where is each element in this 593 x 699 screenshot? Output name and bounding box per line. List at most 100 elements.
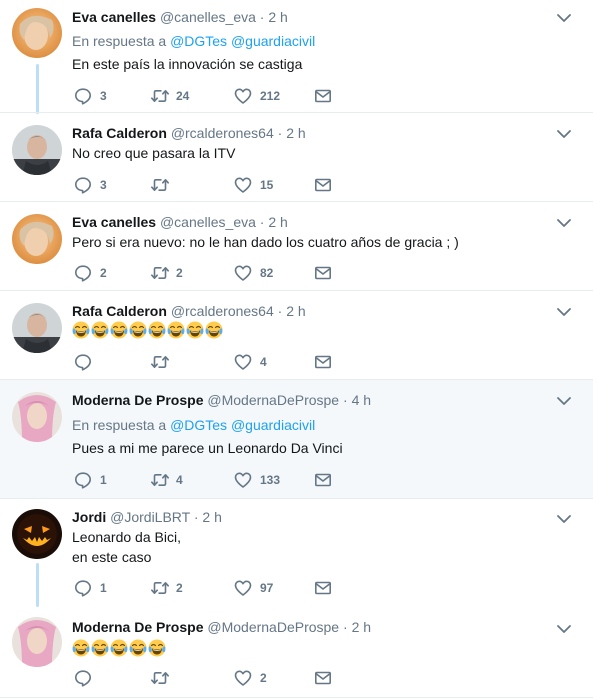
face-with-tears-of-joy-emoji [148,321,166,339]
author-name[interactable]: Jordi [72,509,106,525]
retweet-button[interactable]: 4 [150,471,200,489]
chevron-down-icon[interactable] [556,129,572,139]
tweet[interactable]: Rafa Calderon @rcalderones64 · 2 h 4 [0,291,593,379]
author-handle[interactable]: @canelles_eva [160,9,256,25]
tweet-emoji-text [72,637,167,657]
tweet[interactable]: Moderna De Prospe @ModernaDeProspe · 4 h… [0,380,593,498]
author-name[interactable]: Eva canelles [72,214,156,230]
author-name[interactable]: Moderna De Prospe [72,392,203,408]
retweet-icon [150,176,170,194]
tweet[interactable]: Moderna De Prospe @ModernaDeProspe · 2 h… [0,607,593,699]
timestamp[interactable]: 2 h [286,125,305,141]
like-button[interactable]: 15 [234,176,294,194]
avatar[interactable] [12,617,62,667]
author-name[interactable]: Eva canelles [72,9,156,25]
like-button[interactable]: 97 [234,579,294,597]
avatar[interactable] [12,392,62,442]
message-icon [314,669,332,687]
author-name[interactable]: Rafa Calderon [72,125,167,141]
chevron-down-icon[interactable] [556,396,572,406]
retweet-button[interactable] [150,176,200,194]
message-button[interactable] [314,471,332,489]
avatar[interactable] [12,214,62,264]
timestamp[interactable]: 4 h [352,392,371,408]
like-button[interactable]: 212 [234,87,294,105]
dot-separator: · [259,9,265,25]
tweet-text-line: Leonardo da Bici, [72,529,181,545]
like-icon [234,471,252,489]
reply-button[interactable] [74,669,114,687]
author-handle[interactable]: @rcalderones64 [171,125,274,141]
author-name[interactable]: Moderna De Prospe [72,619,203,635]
chevron-down-icon[interactable] [556,514,572,524]
like-button[interactable]: 133 [234,471,294,489]
mention-link[interactable]: @DGTes [170,33,227,49]
face-with-tears-of-joy-emoji [91,321,109,339]
tweet[interactable]: Eva canelles @canelles_eva · 2 h Pero si… [0,202,593,290]
tweet[interactable]: Eva canelles @canelles_eva · 2 h En resp… [0,0,593,114]
mention-link[interactable]: @guardiacivil [231,417,315,433]
reply-button[interactable]: 3 [74,87,114,105]
author-handle[interactable]: @ModernaDeProspe [207,392,339,408]
message-button[interactable] [314,176,332,194]
reply-icon [74,264,92,282]
timestamp[interactable]: 2 h [352,619,371,635]
mention-link[interactable]: @guardiacivil [231,33,315,49]
reply-button[interactable]: 2 [74,264,114,282]
reply-context: En respuesta a @DGTes @guardiacivil [72,416,315,434]
avatar[interactable] [12,125,62,175]
message-button[interactable] [314,353,332,371]
retweet-button[interactable] [150,669,200,687]
timestamp[interactable]: 2 h [268,9,287,25]
like-button[interactable]: 2 [234,669,294,687]
like-button[interactable]: 82 [234,264,294,282]
message-icon [314,471,332,489]
reply-icon [74,669,92,687]
tweet[interactable]: Rafa Calderon @rcalderones64 · 2 h No cr… [0,113,593,201]
timestamp[interactable]: 2 h [268,214,287,230]
chevron-down-icon[interactable] [556,307,572,317]
reply-count: 1 [100,473,107,487]
mention-link[interactable]: @DGTes [170,417,227,433]
author-handle[interactable]: @rcalderones64 [171,303,274,319]
author-handle[interactable]: @canelles_eva [160,214,256,230]
tweet[interactable]: Jordi @JordiLBRT · 2 h Leonardo da Bici,… [0,499,593,607]
face-with-tears-of-joy-emoji [205,321,223,339]
avatar[interactable] [12,303,62,353]
message-button[interactable] [314,579,332,597]
message-button[interactable] [314,87,332,105]
retweet-button[interactable]: 24 [150,87,200,105]
author-handle[interactable]: @JordiLBRT [110,509,190,525]
reply-button[interactable]: 3 [74,176,114,194]
retweet-button[interactable]: 2 [150,264,200,282]
reply-button[interactable] [74,353,114,371]
retweet-button[interactable]: 2 [150,579,200,597]
thread-line [36,563,39,607]
like-count: 97 [260,581,274,595]
chevron-down-icon[interactable] [556,218,572,228]
reply-count: 3 [100,89,107,103]
like-count: 133 [260,473,281,487]
timestamp[interactable]: 2 h [202,509,221,525]
chevron-down-icon[interactable] [556,624,572,634]
reply-count: 1 [100,581,107,595]
like-count: 212 [260,89,281,103]
author-handle[interactable]: @ModernaDeProspe [207,619,339,635]
tweet-header: Moderna De Prospe @ModernaDeProspe · 4 h [72,391,371,409]
reply-button[interactable]: 1 [74,471,114,489]
reply-context: En respuesta a @DGTes @guardiacivil [72,32,315,50]
retweet-button[interactable] [150,353,200,371]
avatar[interactable] [12,509,62,559]
author-name[interactable]: Rafa Calderon [72,303,167,319]
chevron-down-icon[interactable] [556,13,572,23]
timestamp[interactable]: 2 h [286,303,305,319]
avatar[interactable] [12,8,62,58]
message-button[interactable] [314,264,332,282]
retweet-count: 24 [176,89,190,103]
reply-button[interactable]: 1 [74,579,114,597]
retweet-icon [150,471,170,489]
like-button[interactable]: 4 [234,353,294,371]
face-with-tears-of-joy-emoji [72,321,90,339]
reply-icon [74,353,92,371]
message-button[interactable] [314,669,332,687]
